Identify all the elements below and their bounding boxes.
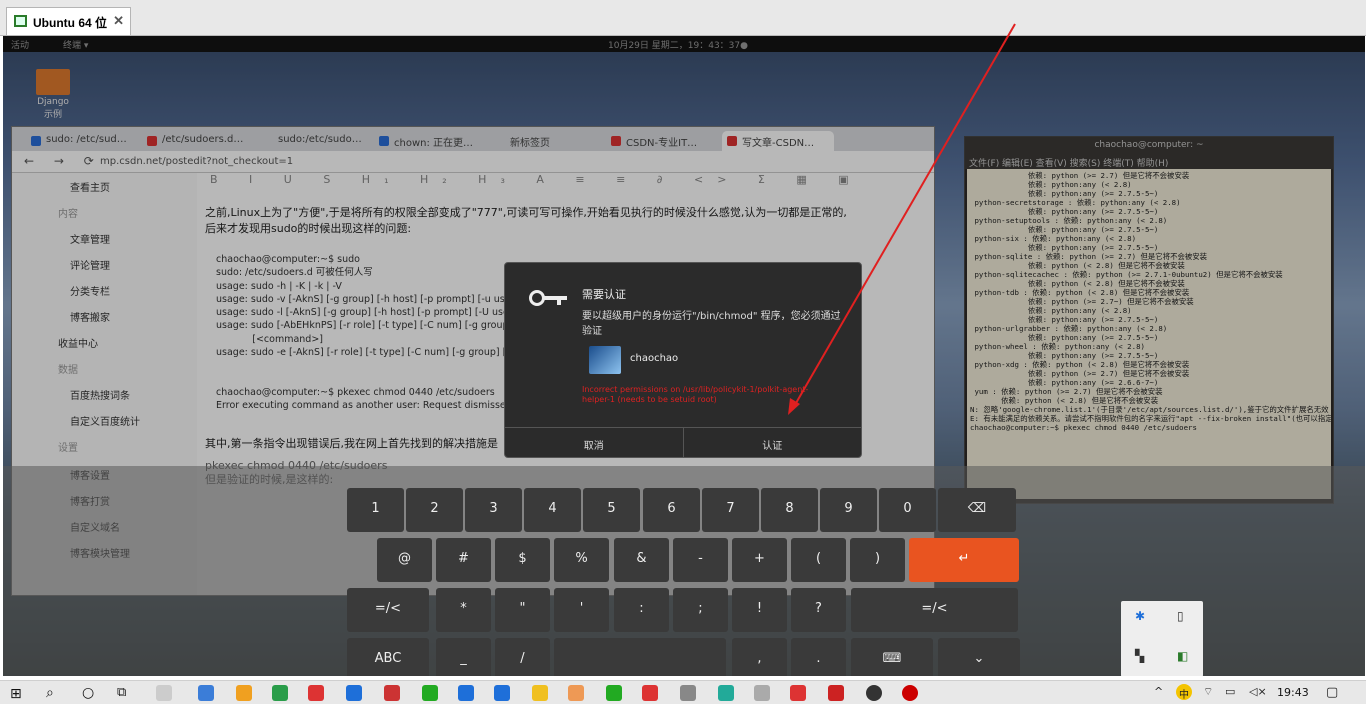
wechat-icon[interactable] <box>680 685 696 701</box>
chrome-icon[interactable] <box>384 685 400 701</box>
dialog-buttons: 取消 认证 <box>505 427 861 457</box>
keyboard-key[interactable]: 0 <box>879 488 936 532</box>
player-icon[interactable] <box>606 685 622 701</box>
keyboard-key[interactable]: =/< <box>851 588 1018 632</box>
keyboard-key[interactable]: , <box>732 638 787 676</box>
record-app-icon[interactable] <box>902 685 918 701</box>
keyboard-key[interactable]: ! <box>732 588 787 632</box>
keyboard-key[interactable]: @ <box>377 538 432 582</box>
error-message: Incorrect permissions on /usr/lib/policy… <box>582 385 809 404</box>
flag-icon[interactable]: ▚ <box>1135 649 1144 663</box>
vm-icon <box>14 15 27 27</box>
space-key[interactable] <box>554 638 726 676</box>
notification-icon[interactable]: ▢ <box>1326 685 1338 700</box>
keyboard-key[interactable]: # <box>436 538 491 582</box>
windows-taskbar: ⊞ ⌕ ○ ⧉ ^ 中 ⌔ ▭ ◁× 19:43 ▢ <box>0 680 1366 704</box>
xmind-icon[interactable] <box>568 685 584 701</box>
windows-start-icon[interactable]: ⊞ <box>10 686 22 702</box>
keyboard-key[interactable]: 8 <box>761 488 818 532</box>
key-icon <box>529 290 567 306</box>
keyboard-key[interactable]: $ <box>495 538 550 582</box>
keyboard-key[interactable]: * <box>436 588 491 632</box>
bluetooth-icon[interactable]: ✱ <box>1135 609 1145 623</box>
task-view-icon[interactable]: ⧉ <box>117 685 126 700</box>
authenticate-button[interactable]: 认证 <box>684 428 862 457</box>
word-icon[interactable] <box>532 685 548 701</box>
battery-icon[interactable]: ▭ <box>1225 685 1235 698</box>
vm-tab-label: Ubuntu 64 位 <box>33 16 107 30</box>
paint-app-icon[interactable] <box>828 685 844 701</box>
keyboard-key[interactable]: 9 <box>820 488 877 532</box>
ladybug-app-icon[interactable] <box>866 685 882 701</box>
taskbar-clock[interactable]: 19:43 <box>1277 686 1309 699</box>
keyboard-key[interactable]: ABC <box>347 638 429 676</box>
keyboard-key[interactable]: ? <box>791 588 846 632</box>
avatar <box>589 346 621 374</box>
vm-icon[interactable]: ◧ <box>1177 649 1188 663</box>
vm-tab-bar: Ubuntu 64 位 ✕ <box>0 0 1366 36</box>
office-app-icon[interactable] <box>272 685 288 701</box>
show-hidden-icons-icon[interactable]: ^ <box>1154 685 1163 698</box>
keyboard-key[interactable]: 6 <box>643 488 700 532</box>
keyboard-key[interactable]: % <box>554 538 609 582</box>
dialog-message: 要以超级用户的身份运行"/bin/chmod" 程序，您必须通过验证 <box>582 311 841 337</box>
dialog-title: 需要认证 <box>582 288 626 301</box>
document-icon[interactable] <box>754 685 770 701</box>
keyboard-key[interactable]: =/< <box>347 588 429 632</box>
settings-app-icon[interactable] <box>422 685 438 701</box>
wifi-icon[interactable]: ⌔ <box>1203 685 1213 699</box>
user-name[interactable]: chaochao <box>630 353 678 364</box>
keyboard-key[interactable]: & <box>614 538 669 582</box>
tray-popup: ✱ ▯ ▚ ◧ <box>1121 601 1203 676</box>
keyboard-key[interactable]: 2 <box>406 488 463 532</box>
keyboard-key[interactable]: " <box>495 588 550 632</box>
keyboard-key[interactable]: ⌄ <box>938 638 1020 676</box>
auth-dialog: 需要认证 要以超级用户的身份运行"/bin/chmod" 程序，您必须通过验证 … <box>504 262 862 458</box>
keyboard-key[interactable]: ↵ <box>909 538 1019 582</box>
volume-icon[interactable]: ◁× <box>1249 685 1267 698</box>
chat-app-icon[interactable] <box>346 685 362 701</box>
vm-tab[interactable]: Ubuntu 64 位 ✕ <box>6 7 131 35</box>
guest-screen: 活动 终端 ▾ 10月29日 星期二，19：43：37● Django 示例 s… <box>3 36 1365 676</box>
cortana-icon[interactable]: ○ <box>82 685 94 701</box>
editor-app-icon[interactable] <box>642 685 658 701</box>
keyboard-key[interactable]: + <box>732 538 787 582</box>
keyboard-key[interactable]: : <box>614 588 669 632</box>
close-icon[interactable]: ✕ <box>113 13 124 29</box>
ime-icon[interactable]: 中 <box>1176 684 1192 701</box>
keyboard-key[interactable]: ( <box>791 538 846 582</box>
keyboard-key[interactable]: ) <box>850 538 905 582</box>
keyboard-key[interactable]: ⌫ <box>938 488 1016 532</box>
cancel-button[interactable]: 取消 <box>505 428 684 457</box>
keyboard-key[interactable]: 4 <box>524 488 581 532</box>
flower-app-icon[interactable] <box>156 685 172 701</box>
powerpoint-icon[interactable] <box>494 685 510 701</box>
pdf-app-icon[interactable] <box>458 685 474 701</box>
keyboard-key[interactable]: / <box>495 638 550 676</box>
keyboard-key[interactable]: 7 <box>702 488 759 532</box>
vm-app-icon[interactable] <box>790 685 806 701</box>
keyboard-key[interactable]: 5 <box>583 488 640 532</box>
keyboard-key[interactable]: _ <box>436 638 491 676</box>
search-icon[interactable]: ⌕ <box>46 685 54 701</box>
keyboard-key[interactable]: 1 <box>347 488 404 532</box>
keyboard-key[interactable]: ⌨ <box>851 638 933 676</box>
keyboard-key[interactable]: . <box>791 638 846 676</box>
usb-icon[interactable]: ▯ <box>1177 609 1184 623</box>
file-explorer-icon[interactable] <box>198 685 214 701</box>
notes-app-icon[interactable] <box>308 685 324 701</box>
html-app-icon[interactable] <box>718 685 734 701</box>
keyboard-key[interactable]: ; <box>673 588 728 632</box>
keyboard-key[interactable]: ' <box>554 588 609 632</box>
network-app-icon[interactable] <box>236 685 252 701</box>
keyboard-key[interactable]: 3 <box>465 488 522 532</box>
keyboard-key[interactable]: - <box>673 538 728 582</box>
